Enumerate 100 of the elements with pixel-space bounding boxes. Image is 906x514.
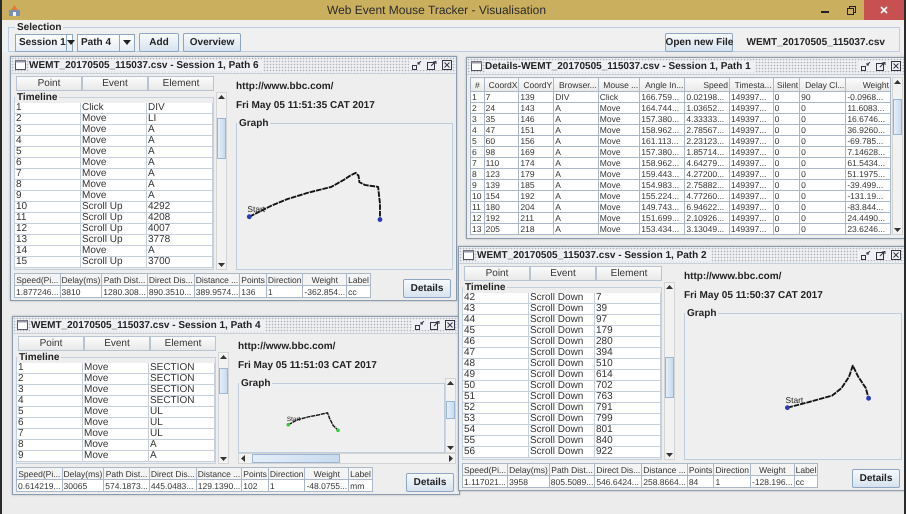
column-header[interactable]: # <box>470 78 484 92</box>
vertical-scrollbar[interactable] <box>664 282 675 460</box>
scroll-down-icon[interactable] <box>447 446 454 450</box>
column-header[interactable]: Label <box>346 274 370 286</box>
column-header[interactable]: Delay(ms) <box>62 468 104 480</box>
column-header[interactable]: Distance ... <box>196 468 242 480</box>
scroll-up-icon[interactable] <box>894 80 901 84</box>
column-header[interactable]: Points <box>242 468 268 480</box>
maximize-icon[interactable] <box>427 60 437 70</box>
scrollbar-thumb[interactable] <box>217 118 226 160</box>
column-header[interactable]: Mouse ... <box>598 78 640 92</box>
maximize-icon[interactable] <box>430 320 440 330</box>
column-header[interactable]: Point <box>464 266 530 281</box>
column-header[interactable]: Browser... <box>554 78 598 92</box>
column-header[interactable]: Angle In... <box>640 78 685 92</box>
column-header[interactable]: Event <box>530 266 596 281</box>
details-button[interactable]: Details <box>406 473 454 492</box>
close-icon[interactable] <box>891 250 901 260</box>
scrollbar-thumb[interactable] <box>219 368 228 394</box>
details-button[interactable]: Details <box>403 279 451 298</box>
details-button[interactable]: Details <box>852 469 900 488</box>
column-header[interactable]: Label <box>348 468 372 480</box>
column-header[interactable]: Points <box>240 274 266 286</box>
column-header[interactable]: Label <box>794 464 818 476</box>
scroll-up-icon[interactable] <box>218 95 225 99</box>
close-icon[interactable] <box>891 61 901 71</box>
column-header[interactable]: CoordY <box>518 78 554 92</box>
column-header[interactable]: Speed(Pi... <box>16 468 62 480</box>
scroll-up-icon[interactable] <box>220 355 227 359</box>
maximize-icon[interactable] <box>876 250 886 260</box>
column-header[interactable]: Weight <box>846 78 890 92</box>
scroll-down-icon[interactable] <box>220 457 227 461</box>
maximize-icon[interactable] <box>876 62 886 70</box>
column-header[interactable]: Delay Cl... <box>800 78 846 92</box>
scroll-left-icon[interactable] <box>241 455 245 462</box>
column-header[interactable]: Direct Dis... <box>149 468 196 480</box>
column-header[interactable]: Distance ... <box>194 274 240 286</box>
scrollbar-thumb[interactable] <box>665 356 674 398</box>
vertical-scrollbar[interactable] <box>445 378 456 453</box>
vertical-scrollbar[interactable] <box>892 77 903 235</box>
table-cell: Scroll Up <box>81 257 147 268</box>
column-header[interactable]: Direction <box>268 468 305 480</box>
scroll-down-icon[interactable] <box>894 228 901 232</box>
scrollbar-thumb[interactable] <box>446 400 455 419</box>
column-header[interactable]: Delay(ms) <box>508 464 550 476</box>
column-header[interactable]: Point <box>18 336 84 351</box>
column-header[interactable]: Weight <box>304 468 349 480</box>
scroll-right-icon[interactable] <box>449 455 453 462</box>
column-header[interactable]: Event <box>84 336 150 351</box>
column-header[interactable]: Timesta... <box>729 78 774 92</box>
path-dropdown[interactable]: Path 4 <box>77 34 135 52</box>
column-header[interactable]: Silent <box>773 78 800 92</box>
column-header[interactable]: Speed <box>684 78 730 92</box>
vertical-scrollbar[interactable] <box>218 352 229 464</box>
scrollbar-thumb[interactable] <box>252 454 340 463</box>
column-header[interactable]: Speed(Pi... <box>462 464 508 476</box>
scroll-up-icon[interactable] <box>447 381 454 385</box>
column-header[interactable]: Path Dist... <box>104 468 150 480</box>
scroll-up-icon[interactable] <box>666 285 673 289</box>
column-header[interactable]: Element <box>150 336 216 351</box>
column-header[interactable]: Point <box>16 76 82 91</box>
column-header[interactable]: Direct Dis... <box>594 464 642 476</box>
column-header[interactable]: Path Dist... <box>102 274 148 286</box>
scroll-down-icon[interactable] <box>666 453 673 457</box>
table-cell: 61.5434... <box>846 158 890 168</box>
column-header[interactable]: Element <box>596 266 662 281</box>
close-icon[interactable] <box>442 60 452 70</box>
vertical-scrollbar[interactable] <box>216 92 227 270</box>
column-header[interactable]: Delay(ms) <box>60 274 102 286</box>
minimize-icon[interactable] <box>861 250 871 260</box>
column-header[interactable]: Distance ... <box>642 464 688 476</box>
column-header[interactable]: Weight <box>750 464 794 476</box>
add-button[interactable]: Add <box>139 33 179 52</box>
table-cell: 0 <box>800 102 846 114</box>
open-file-button[interactable]: Open new File <box>664 33 733 52</box>
close-icon[interactable] <box>445 320 455 330</box>
column-header[interactable]: Points <box>687 464 714 476</box>
overview-button[interactable]: Overview <box>183 33 241 52</box>
horizontal-scrollbar[interactable] <box>238 453 456 464</box>
scroll-down-icon[interactable] <box>218 263 225 267</box>
minimize-icon[interactable] <box>412 60 422 70</box>
table-cell: 14 <box>15 246 81 257</box>
table-cell: 3700 <box>147 257 213 268</box>
column-header[interactable]: Weight <box>302 274 347 286</box>
column-header[interactable]: Direct Dis... <box>147 274 194 286</box>
close-button[interactable] <box>864 0 904 20</box>
table-cell: 51 <box>463 392 529 403</box>
column-header[interactable]: Path Dist... <box>549 464 595 476</box>
column-header[interactable]: Direction <box>714 464 750 476</box>
scrollbar-thumb[interactable] <box>893 98 902 135</box>
column-header[interactable]: Event <box>82 76 148 91</box>
minimize-icon[interactable] <box>861 62 871 70</box>
table-cell: 3 <box>17 385 83 396</box>
restore-icon[interactable] <box>846 6 856 14</box>
column-header[interactable]: CoordX <box>484 78 519 92</box>
column-header[interactable]: Speed(Pi... <box>14 274 60 286</box>
column-header[interactable]: Element <box>148 76 214 91</box>
minimize-icon[interactable] <box>415 320 425 330</box>
session-dropdown[interactable]: Session 1 <box>15 34 73 52</box>
column-header[interactable]: Direction <box>266 274 303 286</box>
